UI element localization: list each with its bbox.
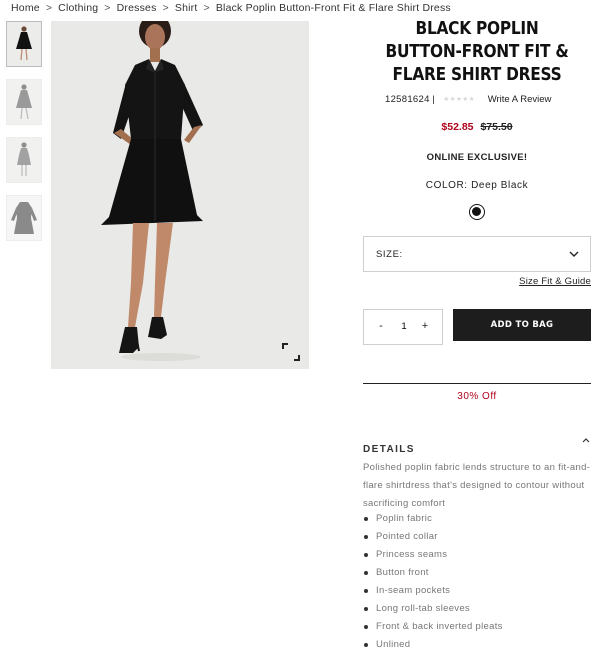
feature-item: Princess seams [363, 546, 503, 564]
sku-divider: | [432, 94, 435, 105]
model-photo [51, 21, 309, 369]
expand-icon[interactable] [282, 343, 300, 361]
sku-number: 12581624 [385, 94, 430, 105]
product-image[interactable] [51, 21, 309, 369]
size-select-label: SIZE: [376, 249, 403, 260]
breadcrumb-home[interactable]: Home [11, 2, 40, 14]
details-description: Polished poplin fabric lends structure t… [363, 462, 591, 509]
breadcrumb-clothing[interactable]: Clothing [58, 2, 98, 14]
feature-item: In-seam pockets [363, 582, 503, 600]
color-value: Deep Black [471, 180, 529, 191]
quantity-decrease-button[interactable]: - [374, 320, 388, 332]
feature-item: Button front [363, 564, 503, 582]
online-exclusive-badge: ONLINE EXCLUSIVE! [426, 152, 528, 163]
quantity-input[interactable] [394, 321, 414, 332]
thumbnail-side[interactable] [6, 79, 42, 125]
add-to-bag-button[interactable]: ADD TO BAG [453, 309, 591, 341]
thumbnail-flat[interactable] [6, 195, 42, 241]
breadcrumb-separator: > [104, 2, 111, 14]
feature-item: Long roll-tab sleeves [363, 600, 503, 618]
chevron-down-icon [569, 251, 579, 257]
chevron-up-icon [582, 438, 590, 443]
feature-item: Unlined [363, 636, 503, 654]
color-swatch-deep-black[interactable] [469, 204, 485, 220]
thumbnail-back[interactable] [6, 137, 42, 183]
size-fit-guide-link[interactable]: Size Fit & Guide [519, 276, 591, 287]
breadcrumb-shirt[interactable]: Shirt [175, 2, 198, 14]
breadcrumb-separator: > [203, 2, 210, 14]
breadcrumb-current: Black Poplin Button-Front Fit & Flare Sh… [215, 2, 451, 14]
breadcrumb-separator: > [45, 2, 53, 14]
color-label-text: COLOR: [425, 180, 468, 191]
price-block: $52.85 $75.50 [363, 121, 591, 133]
size-select[interactable]: SIZE: [363, 236, 591, 272]
quantity-increase-button[interactable]: + [418, 320, 432, 332]
breadcrumb-separator: > [162, 2, 169, 14]
feature-item: Front & back inverted pleats [363, 618, 503, 636]
thumbnail-list [6, 21, 42, 253]
feature-item: Pointed collar [363, 528, 503, 546]
sale-price: $52.85 [441, 121, 474, 133]
product-meta: 12581624 | ★★★★★ Write A Review [385, 94, 551, 105]
thumbnail-front[interactable] [6, 21, 42, 67]
details-heading: DETAILS [363, 444, 415, 455]
breadcrumb-dresses[interactable]: Dresses [117, 2, 157, 14]
feature-list: Poplin fabric Pointed collar Princess se… [363, 510, 503, 654]
original-price: $75.50 [480, 121, 513, 133]
product-title: BLACK POPLIN BUTTON-FRONT FIT & FLARE SH… [385, 19, 569, 85]
quantity-stepper: - + [363, 309, 443, 345]
write-review-link[interactable]: Write A Review [488, 94, 552, 105]
details-accordion-header[interactable]: DETAILS [363, 438, 591, 455]
color-label: COLOR: Deep Black [363, 180, 591, 191]
promo-banner: 30% Off [363, 383, 591, 402]
breadcrumb: Home > Clothing > Dresses > Shirt > Black Poplin… [11, 2, 451, 14]
star-rating-icon[interactable]: ★★★★★ [443, 95, 475, 103]
feature-item: Poplin fabric [363, 510, 503, 528]
